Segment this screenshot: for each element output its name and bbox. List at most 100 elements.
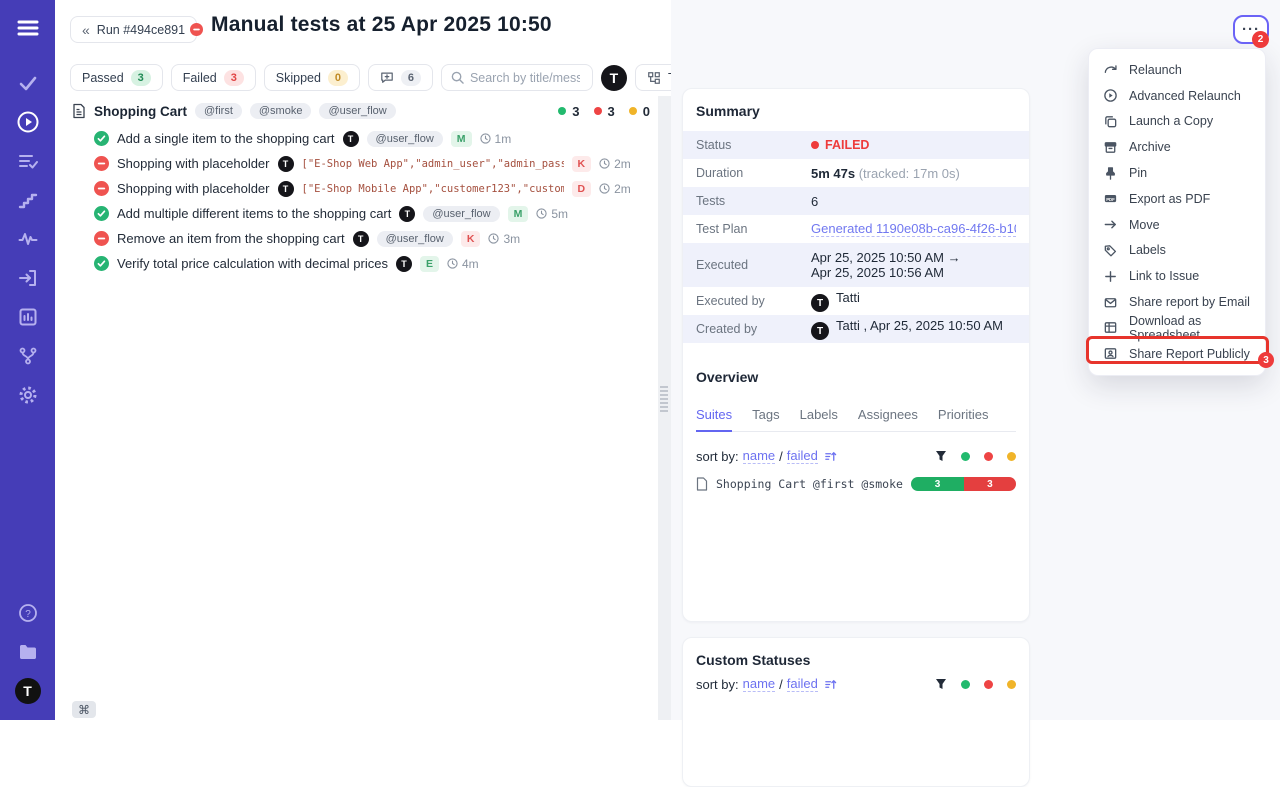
- share-publicly-icon: [1103, 346, 1118, 361]
- sidebar-item-runs-active[interactable]: [0, 102, 55, 141]
- overview-sort-row: sort by: name / failed: [696, 448, 1016, 464]
- menu-item-launch-a-copy[interactable]: Launch a Copy: [1089, 109, 1265, 135]
- test-duration: 1m: [480, 132, 512, 146]
- sidebar-item-analytics[interactable]: [0, 297, 55, 336]
- menu-item-download-as-spreadsheet[interactable]: Download as Spreadsheet: [1089, 315, 1265, 341]
- sort-direction-icon[interactable]: [824, 450, 837, 463]
- filter-funnel-icon[interactable]: [935, 678, 947, 690]
- reporter-avatar: T: [396, 256, 412, 272]
- user-avatar[interactable]: T: [0, 671, 55, 710]
- failed-legend-dot[interactable]: [984, 680, 993, 689]
- comments-filter-button[interactable]: 6: [368, 64, 433, 91]
- panel-resize-handle[interactable]: [658, 96, 671, 720]
- test-row[interactable]: Shopping with placeholder T ["E-Shop Web…: [94, 151, 656, 176]
- run-back-button[interactable]: « Run #494ce891: [70, 16, 197, 43]
- sort-by-name-link[interactable]: name: [743, 676, 776, 692]
- duration-value: 5m 47s (tracked: 17m 0s): [811, 166, 960, 181]
- custom-statuses-card: Custom Statuses sort by: name / failed: [682, 637, 1030, 787]
- suite-header-row[interactable]: Shopping Cart @first @smoke @user_flow 3…: [72, 103, 650, 119]
- test-tag[interactable]: @user_flow: [367, 131, 443, 147]
- tab-labels[interactable]: Labels: [800, 401, 838, 431]
- menu-item-labels[interactable]: Labels: [1089, 238, 1265, 264]
- advanced-relaunch-icon: [1103, 88, 1118, 103]
- failed-label: Failed: [183, 71, 217, 85]
- menu-item-pin[interactable]: Pin: [1089, 160, 1265, 186]
- skipped-legend-dot[interactable]: [1007, 452, 1016, 461]
- test-row[interactable]: Add multiple different items to the shop…: [94, 201, 656, 226]
- suite-title: Shopping Cart: [94, 104, 187, 119]
- test-row[interactable]: Remove an item from the shopping cart T …: [94, 226, 656, 251]
- suite-status-counts: 3 3 0: [558, 104, 650, 119]
- suite-tag[interactable]: @user_flow: [319, 103, 395, 119]
- test-title: Add multiple different items to the shop…: [117, 206, 391, 221]
- assignee-badge: D: [572, 181, 592, 197]
- search-box[interactable]: [441, 64, 593, 91]
- keyboard-shortcuts-button[interactable]: ⌘: [72, 701, 96, 718]
- menu-item-export-as-pdf[interactable]: PDF Export as PDF: [1089, 186, 1265, 212]
- sort-by-failed-link[interactable]: failed: [787, 676, 818, 692]
- suite-tag[interactable]: @smoke: [250, 103, 312, 119]
- sidebar-item-tests[interactable]: [0, 63, 55, 102]
- help-icon[interactable]: ?: [0, 593, 55, 632]
- filter-funnel-icon[interactable]: [935, 450, 947, 462]
- sidebar-item-milestones[interactable]: [0, 180, 55, 219]
- test-row[interactable]: Verify total price calculation with deci…: [94, 251, 656, 276]
- test-tag[interactable]: @user_flow: [423, 206, 499, 222]
- filter-failed-button[interactable]: Failed 3: [171, 64, 256, 91]
- passed-dot-icon: [558, 107, 566, 115]
- sidebar-item-settings[interactable]: [0, 375, 55, 414]
- menu-item-link-to-issue[interactable]: Link to Issue: [1089, 263, 1265, 289]
- executed-by-value: TTatti: [811, 290, 860, 313]
- sidebar-item-import[interactable]: [0, 258, 55, 297]
- tab-priorities[interactable]: Priorities: [938, 401, 989, 431]
- filter-passed-button[interactable]: Passed 3: [70, 64, 163, 91]
- failed-status-icon: [190, 23, 203, 36]
- menu-item-move[interactable]: Move: [1089, 212, 1265, 238]
- skipped-legend-dot[interactable]: [1007, 680, 1016, 689]
- filter-skipped-button[interactable]: Skipped 0: [264, 64, 360, 91]
- test-title: Remove an item from the shopping cart: [117, 231, 345, 246]
- menu-item-share-report-publicly[interactable]: Share Report Publicly: [1089, 341, 1265, 367]
- skipped-label: Skipped: [276, 71, 321, 85]
- assignee-badge: M: [508, 206, 529, 222]
- hamburger-menu-icon[interactable]: [0, 8, 55, 47]
- passed-legend-dot[interactable]: [961, 680, 970, 689]
- sort-by-name-link[interactable]: name: [743, 448, 776, 464]
- menu-item-advanced-relaunch[interactable]: Advanced Relaunch: [1089, 83, 1265, 109]
- executed-value: Apr 25, 2025 10:50 AM → Apr 25, 2025 10:…: [811, 250, 961, 280]
- passed-legend-dot[interactable]: [961, 452, 970, 461]
- suite-results-bar[interactable]: 3 3: [911, 477, 1016, 491]
- test-row[interactable]: Add a single item to the shopping cart T…: [94, 126, 656, 151]
- failed-count-badge: 3: [224, 70, 244, 86]
- search-input[interactable]: [470, 71, 580, 85]
- passed-label: Passed: [82, 71, 124, 85]
- reporter-avatar: T: [353, 231, 369, 247]
- summary-title: Summary: [683, 103, 1029, 119]
- overview-suite-row[interactable]: Shopping Cart @first @smoke … 3 3: [696, 477, 1016, 491]
- failed-legend-dot[interactable]: [984, 452, 993, 461]
- tab-tags[interactable]: Tags: [752, 401, 779, 431]
- sidebar-item-test-plans[interactable]: [0, 141, 55, 180]
- sort-direction-icon[interactable]: [824, 678, 837, 691]
- menu-item-relaunch[interactable]: Relaunch: [1089, 57, 1265, 83]
- test-plan-link[interactable]: Generated 1190e08b-ca96-4f26-b10f-d6dc…: [811, 221, 1016, 237]
- projects-folder-icon[interactable]: [0, 632, 55, 671]
- failed-dot-icon: [594, 107, 602, 115]
- menu-item-archive[interactable]: Archive: [1089, 134, 1265, 160]
- test-row[interactable]: Shopping with placeholder T ["E-Shop Mob…: [94, 176, 656, 201]
- test-duration: 2m: [599, 157, 631, 171]
- sidebar-item-pulse[interactable]: [0, 219, 55, 258]
- command-key-icon: ⌘: [78, 703, 90, 717]
- tab-assignees[interactable]: Assignees: [858, 401, 918, 431]
- sort-by-failed-link[interactable]: failed: [787, 448, 818, 464]
- suite-tag[interactable]: @first: [195, 103, 242, 119]
- tab-suites[interactable]: Suites: [696, 401, 732, 432]
- sidebar-item-branches[interactable]: [0, 336, 55, 375]
- test-tag[interactable]: @user_flow: [377, 231, 453, 247]
- passed-check-icon: [94, 256, 109, 271]
- menu-item-share-report-by-email[interactable]: Share report by Email: [1089, 289, 1265, 315]
- failed-minus-icon: [94, 156, 109, 171]
- summary-row-duration: Duration 5m 47s (tracked: 17m 0s): [683, 159, 1029, 187]
- app-logo-button[interactable]: T: [601, 65, 627, 91]
- test-duration: 2m: [599, 182, 631, 196]
